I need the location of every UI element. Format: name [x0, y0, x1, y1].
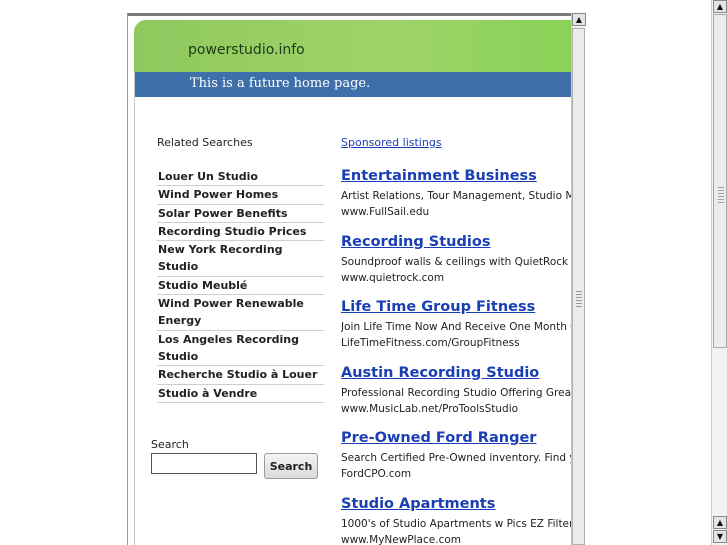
- ad-url: FordCPO.com: [341, 468, 412, 480]
- related-link[interactable]: Los Angeles Recording Studio: [157, 331, 324, 367]
- chevron-up-icon[interactable]: ▲: [572, 13, 586, 26]
- related-searches-title: Related Searches: [157, 136, 253, 149]
- chevron-up-icon[interactable]: ▲: [713, 516, 727, 529]
- ad-description: Professional Recording Studio Offering G…: [341, 386, 572, 399]
- ad-description: 1000's of Studio Apartments w Pics EZ Fi…: [341, 517, 572, 530]
- page-frame: powerstudio.info This is a future home p…: [127, 13, 572, 545]
- chevron-up-icon[interactable]: ▲: [713, 0, 727, 13]
- ad-url: www.MyNewPlace.com: [341, 533, 461, 545]
- ad-title-link[interactable]: Recording Studios: [341, 232, 572, 252]
- ad-item: Life Time Group Fitness Join Life Time N…: [341, 297, 572, 363]
- ad-item: Studio Apartments 1000's of Studio Apart…: [341, 494, 572, 545]
- site-title: powerstudio.info: [188, 42, 305, 58]
- related-link[interactable]: Studio Meublé: [157, 277, 324, 296]
- ad-description: Artist Relations, Tour Management, Studi…: [341, 190, 572, 202]
- related-link[interactable]: Wind Power Renewable Energy: [157, 295, 324, 331]
- related-link[interactable]: Wind Power Homes: [157, 186, 324, 205]
- ad-url: www.quietrock.com: [341, 271, 445, 284]
- ad-url: LifeTimeFitness.com/GroupFitness: [341, 337, 520, 349]
- header-banner: powerstudio.info: [134, 20, 572, 72]
- chevron-down-icon[interactable]: ▼: [713, 530, 727, 543]
- ad-url: www.FullSail.edu: [341, 206, 430, 218]
- ad-item: Pre-Owned Ford Ranger Search Certified P…: [341, 428, 572, 494]
- window-scrollbar[interactable]: ▲ ▲ ▼: [711, 0, 727, 545]
- related-link[interactable]: Recherche Studio à Louer: [157, 366, 324, 385]
- related-link[interactable]: Studio à Vendre: [157, 385, 324, 403]
- tagline-bar: This is a future home page.: [134, 72, 572, 97]
- ad-item: Entertainment Business Artist Relations,…: [341, 166, 572, 232]
- related-link[interactable]: Recording Studio Prices: [157, 223, 324, 242]
- search-input[interactable]: [151, 453, 257, 474]
- window-scrollbar-thumb[interactable]: [713, 14, 727, 348]
- frame-divider: [134, 72, 135, 545]
- related-link[interactable]: Solar Power Benefits: [157, 205, 324, 223]
- ad-url: www.MusicLab.net/ProToolsStudio: [341, 402, 519, 415]
- ad-description: Search Certified Pre-Owned inventory. Fi…: [341, 452, 572, 464]
- ad-description: Join Life Time Now And Receive One Month…: [341, 321, 572, 333]
- grip-icon: [718, 187, 724, 205]
- ads-list: Entertainment Business Artist Relations,…: [341, 166, 572, 545]
- frame-scrollbar-thumb[interactable]: [572, 28, 585, 545]
- ad-title-link[interactable]: Austin Recording Studio: [341, 363, 572, 383]
- related-link[interactable]: New York Recording Studio: [157, 241, 324, 277]
- related-link[interactable]: Louer Un Studio: [157, 168, 324, 187]
- ad-title-link[interactable]: Studio Apartments: [341, 494, 572, 514]
- ad-item: Recording Studios Soundproof walls & cei…: [341, 232, 572, 298]
- ad-item: Austin Recording Studio Professional Rec…: [341, 363, 572, 429]
- ad-title-link[interactable]: Life Time Group Fitness: [341, 297, 572, 317]
- ad-title-link[interactable]: Entertainment Business: [341, 166, 572, 186]
- sponsored-listings-link[interactable]: Sponsored listings: [341, 136, 442, 149]
- ad-title-link[interactable]: Pre-Owned Ford Ranger: [341, 428, 572, 448]
- frame-scrollbar[interactable]: ▲: [571, 13, 586, 545]
- tagline: This is a future home page.: [190, 76, 371, 91]
- search-label: Search: [151, 438, 189, 451]
- ad-description: Soundproof walls & ceilings with QuietRo…: [341, 255, 572, 268]
- search-button[interactable]: Search: [264, 453, 318, 479]
- grip-icon: [576, 291, 582, 309]
- related-searches-list: Louer Un Studio Wind Power Homes Solar P…: [157, 168, 324, 403]
